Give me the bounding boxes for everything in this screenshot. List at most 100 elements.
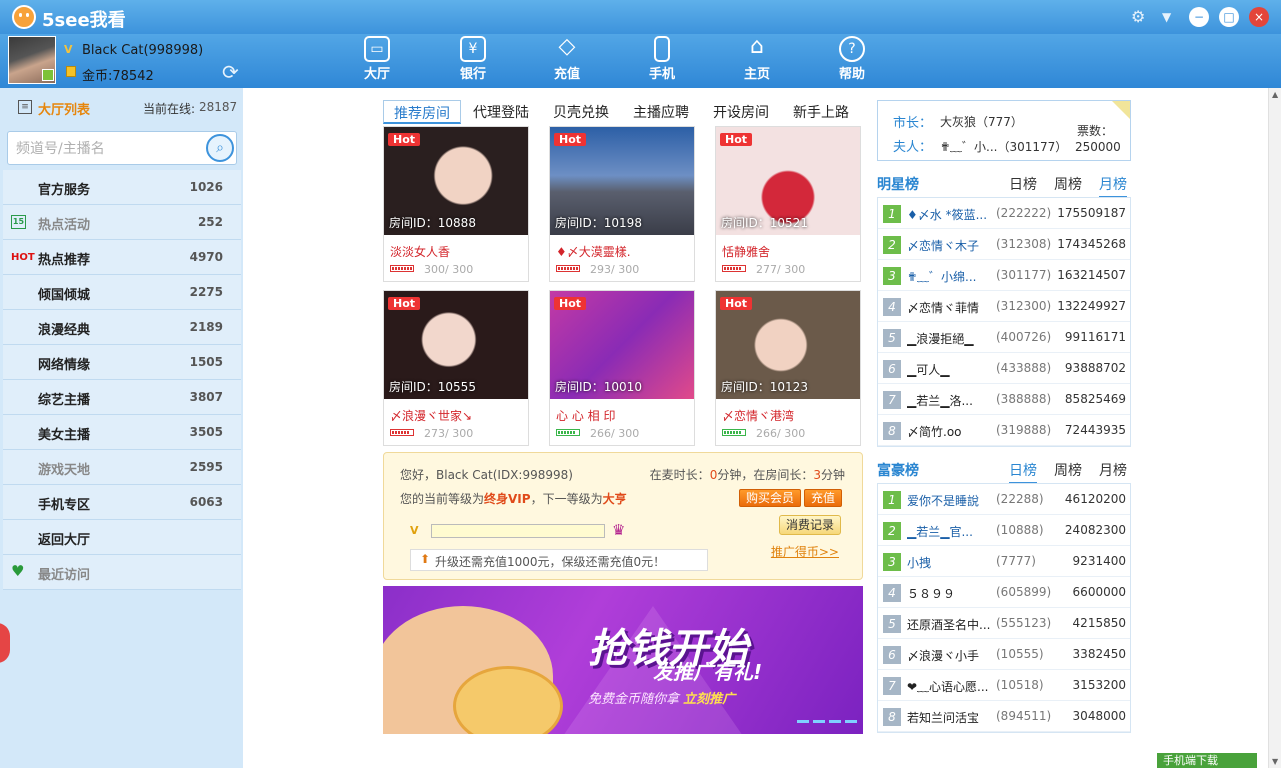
rank-name[interactable]: ▁若兰▁洛... [907,392,995,409]
hall-item[interactable]: 官方服务 1026 [3,170,241,205]
hall-item[interactable]: 美女主播 3505 [3,415,241,450]
rank-name[interactable]: ▁浪漫拒絕▁ [907,330,995,347]
room-card[interactable]: Hot 房间ID：10521 恬静雅舍 277/ 300 [715,126,861,282]
nav-hall[interactable]: ▭ 大厅 [347,36,407,82]
tab-shell-exchange[interactable]: 贝壳兑换 [543,100,619,124]
room-card[interactable]: Hot 房间ID：10123 〆恋情ヾ港湾 266/ 300 [715,290,861,446]
pager-dot[interactable] [813,720,825,723]
rank-name[interactable]: 小拽 [907,554,995,571]
tab-recommended[interactable]: 推荐房间 [383,100,461,124]
rank-row[interactable]: 3 ✟﹏゛小绵... (301177) 163214507 [878,260,1130,291]
search-icon[interactable]: ⌕ [206,134,234,162]
dropdown-icon[interactable]: ▼ [1162,10,1171,24]
rank-name[interactable]: 〆恋情ヾ木子 [907,237,995,254]
scroll-down-icon[interactable]: ▼ [1272,757,1278,766]
rank-name[interactable]: 〆恋情ヾ菲情 [907,299,995,316]
room-name[interactable]: 恬静雅舍 [722,243,856,260]
hall-item[interactable]: ♥ 最近访问 [3,555,241,590]
rank-row[interactable]: 7 ❤﹏心语心愿... (10518) 3153200 [878,670,1130,701]
rank-row[interactable]: 8 若知兰问活宝 (894511) 3048000 [878,701,1130,732]
room-name[interactable]: 淡淡女人香 [390,243,524,260]
room-card[interactable]: Hot 房间ID：10555 〆浪漫ヾ世家↘ 273/ 300 [383,290,529,446]
rank-name[interactable]: 爱你不是睡說 [907,492,995,509]
rich-tab-day[interactable]: 日榜 [1009,460,1037,484]
room-thumbnail[interactable]: Hot 房间ID：10123 [716,291,860,399]
history-button[interactable]: 消费记录 [778,515,841,535]
room-card[interactable]: Hot 房间ID：10888 淡淡女人香 300/ 300 [383,126,529,282]
pager-dot[interactable] [829,720,841,723]
rank-row[interactable]: 4 ５８９９ (605899) 6600000 [878,577,1130,608]
rank-row[interactable]: 5 ▁浪漫拒絕▁ (400726) 99116171 [878,322,1130,353]
room-thumbnail[interactable]: Hot 房间ID：10010 [550,291,694,399]
close-icon[interactable]: × [1249,7,1269,27]
scrollbar[interactable]: ▲ ▼ [1268,88,1281,768]
mobile-download-button[interactable]: 手机端下载 [1157,753,1257,768]
room-name[interactable]: 〆浪漫ヾ世家↘ [390,407,524,424]
nav-home[interactable]: ⌂ 主页 [727,36,787,83]
hall-item[interactable]: 15 热点活动 252 [3,205,241,240]
hall-item[interactable]: 游戏天地 2595 [3,450,241,485]
room-card[interactable]: Hot 房间ID：10010 心 心 相 印 266/ 300 [549,290,695,446]
rank-row[interactable]: 6 ▁可人▁ (433888) 93888702 [878,353,1130,384]
rank-name[interactable]: 〆浪漫ヾ小手 [907,647,995,664]
search-input[interactable] [16,138,206,160]
nav-bank[interactable]: ¥ 银行 [443,36,503,82]
rank-row[interactable]: 3 小拽 (7777) 9231400 [878,546,1130,577]
rich-tab-month[interactable]: 月榜 [1099,460,1127,480]
pager-dot[interactable] [797,720,809,723]
rank-name[interactable]: ❤﹏心语心愿... [907,678,995,695]
nav-help[interactable]: ? 帮助 [822,36,882,82]
rank-name[interactable]: ♦〆水 *筱蓝... [907,206,995,223]
rich-tab-week[interactable]: 周榜 [1054,460,1082,480]
maximize-icon[interactable]: □ [1219,7,1239,27]
nav-mobile[interactable]: 手机 [632,36,692,82]
hall-item[interactable]: 网络情缘 1505 [3,345,241,380]
side-tab[interactable] [0,623,10,663]
rank-row[interactable]: 5 还原酒圣名中... (555123) 4215850 [878,608,1130,639]
room-thumbnail[interactable]: Hot 房间ID：10555 [384,291,528,399]
rank-name[interactable]: ５８９９ [907,585,995,602]
hall-item[interactable]: HOT 热点推荐 4970 [3,240,241,275]
nav-recharge[interactable]: ◇ 充值 [537,36,597,83]
rank-row[interactable]: 6 〆浪漫ヾ小手 (10555) 3382450 [878,639,1130,670]
rank-row[interactable]: 7 ▁若兰▁洛... (388888) 85825469 [878,384,1130,415]
room-name[interactable]: 〆恋情ヾ港湾 [722,407,856,424]
tab-host-apply[interactable]: 主播应聘 [623,100,699,124]
rank-row[interactable]: 1 ♦〆水 *筱蓝... (222222) 175509187 [878,198,1130,229]
rank-name[interactable]: 〆简竹.oo [907,423,995,440]
rank-name[interactable]: ▁若兰▁官... [907,523,995,540]
room-name[interactable]: ♦〆大漠靈樣. [556,243,690,260]
room-thumbnail[interactable]: Hot 房间ID：10521 [716,127,860,235]
scroll-up-icon[interactable]: ▲ [1272,90,1278,99]
recharge-button[interactable]: 充值 [804,489,843,507]
room-name[interactable]: 心 心 相 印 [556,407,690,424]
rank-row[interactable]: 4 〆恋情ヾ菲情 (312300) 132249927 [878,291,1130,322]
tab-agent-login[interactable]: 代理登陆 [463,100,539,124]
tab-open-room[interactable]: 开设房间 [703,100,779,124]
rank-row[interactable]: 2 ▁若兰▁官... (10888) 24082300 [878,515,1130,546]
rank-row[interactable]: 1 爱你不是睡說 (22288) 46120200 [878,484,1130,515]
rank-name[interactable]: ✟﹏゛小绵... [907,268,995,285]
gear-icon[interactable]: ⚙ [1131,7,1145,26]
rank-row[interactable]: 2 〆恋情ヾ木子 (312308) 174345268 [878,229,1130,260]
pager-dot[interactable] [845,720,857,723]
room-thumbnail[interactable]: Hot 房间ID：10888 [384,127,528,235]
tab-newbie[interactable]: 新手上路 [783,100,859,124]
hall-item[interactable]: 手机专区 6063 [3,485,241,520]
rank-name[interactable]: 若知兰问活宝 [907,709,995,726]
room-thumbnail[interactable]: Hot 房间ID：10198 [550,127,694,235]
hall-item[interactable]: 浪漫经典 2189 [3,310,241,345]
rank-row[interactable]: 8 〆简竹.oo (319888) 72443935 [878,415,1130,446]
hall-item[interactable]: 倾国倾城 2275 [3,275,241,310]
rank-name[interactable]: ▁可人▁ [907,361,995,378]
promo-banner[interactable]: 抢钱开始 发推广有礼! 免费金币随你拿 立刻推广 [383,586,863,734]
star-tab-day[interactable]: 日榜 [1009,174,1037,194]
minimize-icon[interactable]: − [1189,7,1209,27]
hall-item[interactable]: 综艺主播 3807 [3,380,241,415]
buy-vip-button[interactable]: 购买会员 [739,489,802,507]
rank-name[interactable]: 还原酒圣名中... [907,616,995,633]
refresh-icon[interactable]: ⟳ [222,60,239,84]
star-tab-month[interactable]: 月榜 [1099,174,1127,198]
star-tab-week[interactable]: 周榜 [1054,174,1082,194]
hall-item[interactable]: 返回大厅 [3,520,241,555]
